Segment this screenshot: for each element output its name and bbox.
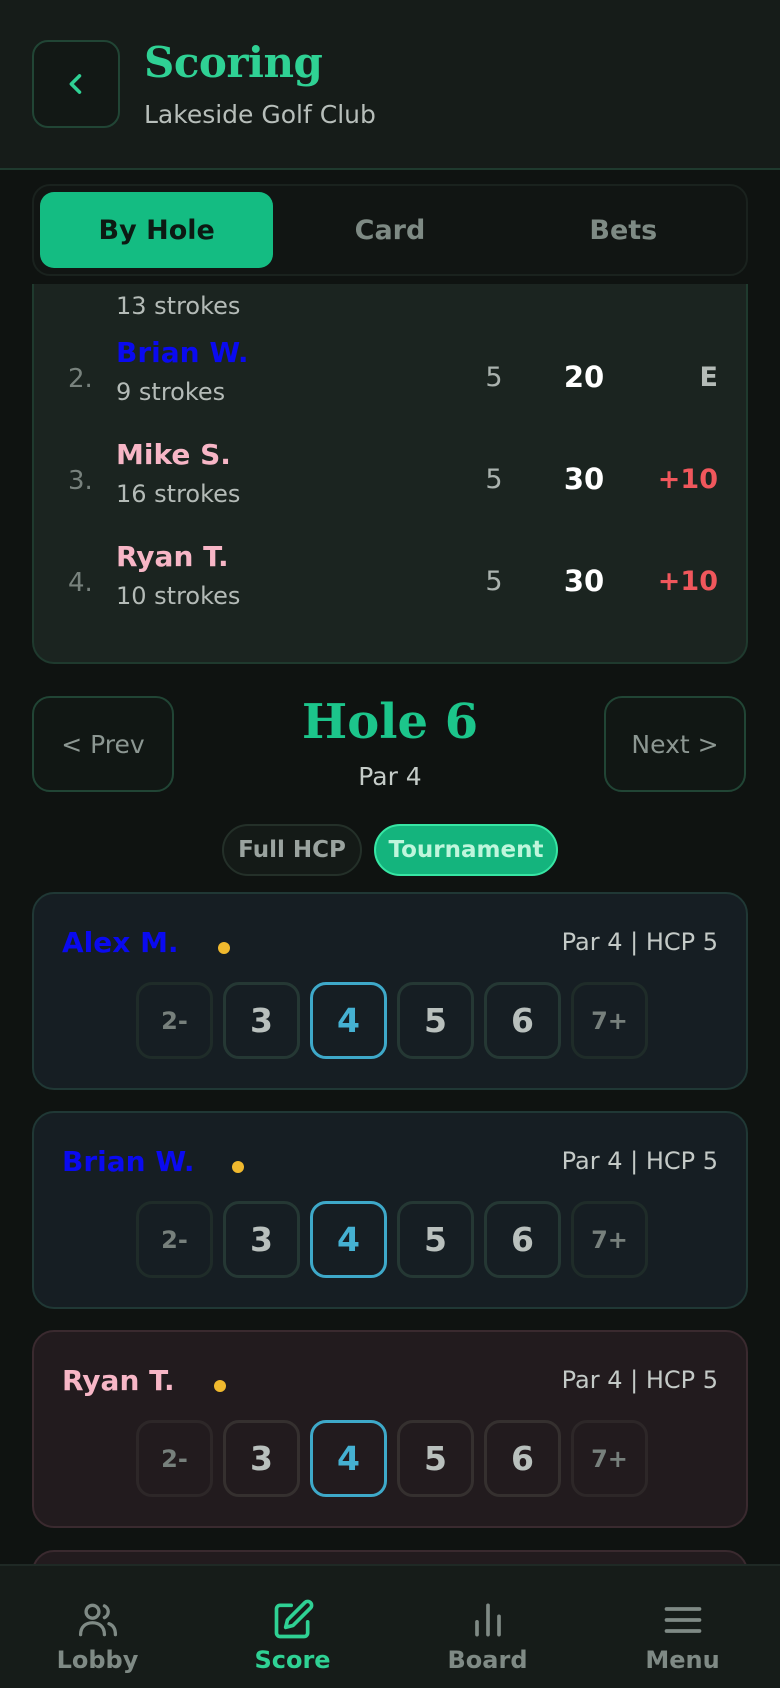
score-option[interactable]: 3 (223, 1420, 300, 1497)
player-strokes: 16 strokes (116, 480, 241, 508)
score-option[interactable]: 7+ (571, 1420, 648, 1497)
score-option[interactable]: 3 (223, 982, 300, 1059)
nav-label: Menu (645, 1646, 720, 1674)
nav-label: Lobby (56, 1646, 139, 1674)
leaderboard-row: 2. Brian W. 9 strokes 5 20 E (34, 326, 746, 426)
full-hcp-toggle[interactable]: Full HCP (222, 824, 362, 876)
score-picker: 2- 3 4 5 6 7+ (136, 1201, 648, 1278)
player-rank: 4. (68, 568, 93, 598)
score-option[interactable]: 5 (397, 1201, 474, 1278)
nav-label: Score (254, 1646, 331, 1674)
status-dot (214, 1380, 226, 1392)
nav-label: Board (447, 1646, 528, 1674)
prev-hole-button[interactable]: < Prev (32, 696, 174, 792)
player-name: Mike S. (116, 438, 231, 471)
status-dot (232, 1161, 244, 1173)
hole-par: Par 4 (358, 762, 422, 791)
score-option[interactable]: 2- (136, 982, 213, 1059)
score-option[interactable]: 7+ (571, 982, 648, 1059)
score-option-selected[interactable]: 4 (310, 982, 387, 1059)
score-option[interactable]: 3 (223, 1201, 300, 1278)
nav-score[interactable]: Score (195, 1566, 390, 1688)
app-header: Scoring Lakeside Golf Club (0, 0, 780, 170)
leaderboard-row: 4. Ryan T. 10 strokes 5 30 +10 (34, 530, 746, 630)
page-title: Scoring (144, 38, 323, 87)
hole-title: Hole 6 (301, 694, 479, 750)
score-to-par: +10 (657, 464, 718, 495)
nav-board[interactable]: Board (390, 1566, 585, 1688)
menu-icon (664, 1607, 701, 1633)
score-option-selected[interactable]: 4 (310, 1420, 387, 1497)
score-picker: 2- 3 4 5 6 7+ (136, 982, 648, 1059)
score-option[interactable]: 7+ (571, 1201, 648, 1278)
score-option-selected[interactable]: 4 (310, 1201, 387, 1278)
holes-played: 5 (485, 566, 503, 597)
score-option[interactable]: 6 (484, 1420, 561, 1497)
chevron-left-icon (69, 74, 82, 94)
users-icon (78, 1603, 117, 1637)
score-option[interactable]: 2- (136, 1201, 213, 1278)
tab-by-hole[interactable]: By Hole (40, 192, 274, 268)
player-name: Ryan T. (62, 1364, 175, 1397)
player-score-card: Alex M. Par 4 | HCP 5 2- 3 4 5 6 7+ (32, 892, 748, 1090)
leaderboard-panel: 13 strokes 2. Brian W. 9 strokes 5 20 E … (32, 284, 748, 664)
leaderboard-row: 3. Mike S. 16 strokes 5 30 +10 (34, 428, 746, 528)
player-name: Brian W. (62, 1145, 195, 1178)
score-to-par: E (699, 362, 718, 393)
score-option[interactable]: 2- (136, 1420, 213, 1497)
player-score-card: Brian W. Par 4 | HCP 5 2- 3 4 5 6 7+ (32, 1111, 748, 1309)
holes-played: 5 (485, 464, 503, 495)
back-button[interactable] (32, 40, 120, 128)
nav-lobby[interactable]: Lobby (0, 1566, 195, 1688)
player-total: 30 (563, 462, 605, 496)
bottom-nav: Lobby Score Board Menu (0, 1564, 780, 1688)
score-option[interactable]: 6 (484, 1201, 561, 1278)
player-rank: 3. (68, 466, 93, 496)
player-total: 30 (563, 564, 605, 598)
club-name: Lakeside Golf Club (144, 100, 376, 129)
player-rank: 2. (68, 364, 93, 394)
nav-menu[interactable]: Menu (585, 1566, 780, 1688)
player-name: Brian W. (116, 336, 249, 369)
player-total: 20 (563, 360, 605, 394)
tab-bets[interactable]: Bets (507, 192, 740, 268)
score-option[interactable]: 5 (397, 982, 474, 1059)
next-hole-button[interactable]: Next > (604, 696, 746, 792)
par-hcp-info: Par 4 | HCP 5 (561, 1366, 718, 1394)
par-hcp-info: Par 4 | HCP 5 (561, 928, 718, 956)
player-strokes: 13 strokes (116, 292, 241, 320)
view-tabs: By Hole Card Bets (32, 184, 748, 276)
player-name: Ryan T. (116, 540, 229, 573)
score-option[interactable]: 5 (397, 1420, 474, 1497)
player-score-card: Ryan T. Par 4 | HCP 5 2- 3 4 5 6 7+ (32, 1330, 748, 1528)
score-to-par: +10 (657, 566, 718, 597)
tournament-toggle[interactable]: Tournament (374, 824, 558, 876)
status-dot (218, 942, 230, 954)
player-strokes: 9 strokes (116, 378, 226, 406)
player-name: Alex M. (62, 926, 179, 959)
player-strokes: 10 strokes (116, 582, 241, 610)
holes-played: 5 (485, 362, 503, 393)
bar-chart-icon (474, 1603, 501, 1637)
score-picker: 2- 3 4 5 6 7+ (136, 1420, 648, 1497)
par-hcp-info: Par 4 | HCP 5 (561, 1147, 718, 1175)
tab-card[interactable]: Card (273, 192, 506, 268)
edit-icon (274, 1599, 313, 1639)
score-option[interactable]: 6 (484, 982, 561, 1059)
